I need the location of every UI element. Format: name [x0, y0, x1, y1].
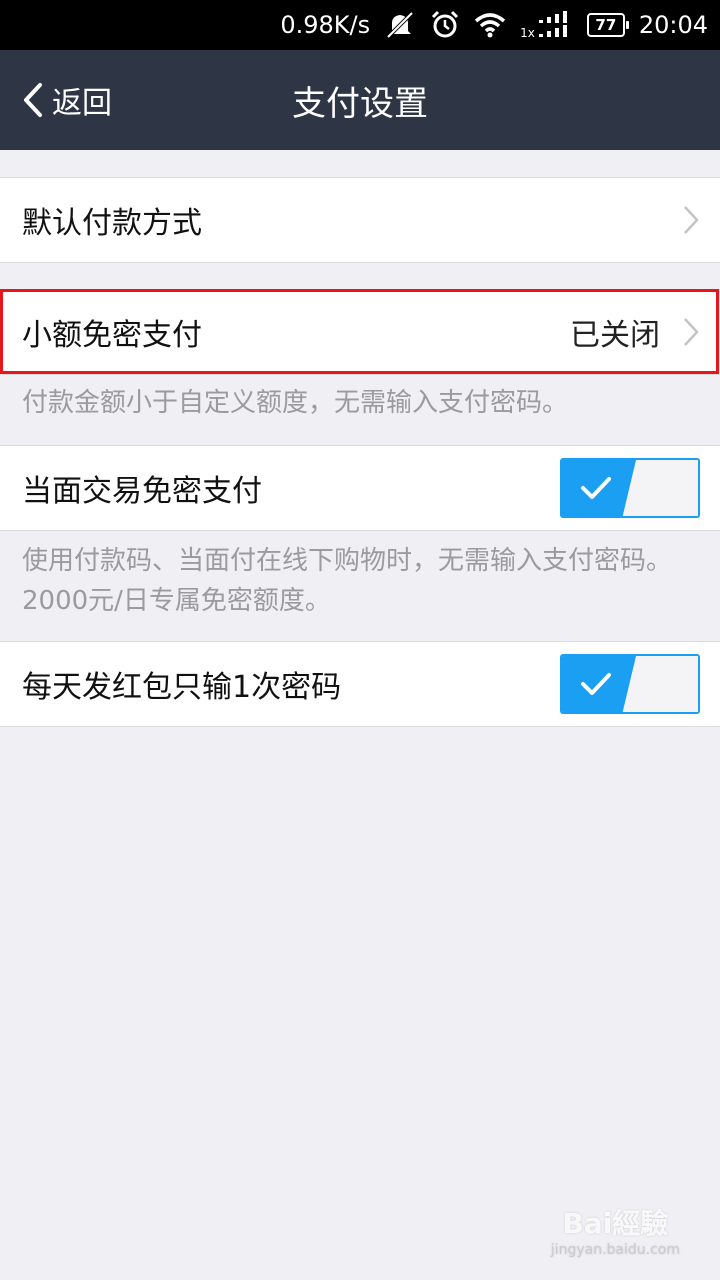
back-label: 返回 [52, 86, 112, 121]
sim-label: 1x [520, 26, 535, 40]
small-free-payment-label: 小额免密支付 [22, 318, 202, 353]
check-icon [581, 477, 611, 499]
signal-icon: 1x [520, 10, 573, 40]
red-packet-label: 每天发红包只输1次密码 [22, 670, 342, 705]
battery-level: 77 [595, 16, 617, 34]
small-free-payment-row[interactable]: 小额免密支付 已关闭 [0, 289, 720, 375]
face-to-face-hint: 使用付款码、当面付在线下购物时，无需输入支付密码。2000元/日专属免密额度。 [22, 546, 673, 616]
small-free-payment-hint: 付款金额小于自定义额度，无需输入支付密码。 [22, 388, 569, 418]
default-payment-label: 默认付款方式 [22, 206, 202, 241]
clock: 20:04 [638, 11, 708, 39]
mute-icon [384, 10, 416, 40]
watermark-brand: Bai經驗 [562, 1207, 669, 1240]
red-packet-toggle[interactable] [560, 654, 700, 714]
check-icon [581, 673, 611, 695]
watermark-url: jingyan.baidu.com [550, 1242, 680, 1258]
red-packet-row: 每天发红包只输1次密码 [0, 641, 720, 727]
chevron-right-icon [682, 317, 700, 347]
small-free-payment-status: 已关闭 [570, 318, 660, 353]
status-bar: 0.98K/s 1x 77 20:04 [0, 0, 720, 50]
chevron-right-icon [682, 205, 700, 235]
alarm-icon [430, 10, 460, 40]
face-to-face-label: 当面交易免密支付 [22, 474, 262, 509]
nav-bar: 返回 支付设置 [0, 50, 720, 150]
wifi-icon [474, 10, 506, 40]
watermark-logo: Bai經驗 jingyan.baidu.com [551, 1202, 680, 1258]
network-speed: 0.98K/s [280, 11, 371, 39]
back-button[interactable]: 返回 [22, 50, 112, 150]
battery-icon: 77 [586, 13, 629, 37]
default-payment-row[interactable]: 默认付款方式 [0, 177, 720, 263]
face-to-face-row: 当面交易免密支付 [0, 445, 720, 531]
chevron-left-icon [22, 82, 44, 118]
face-to-face-toggle[interactable] [560, 458, 700, 518]
